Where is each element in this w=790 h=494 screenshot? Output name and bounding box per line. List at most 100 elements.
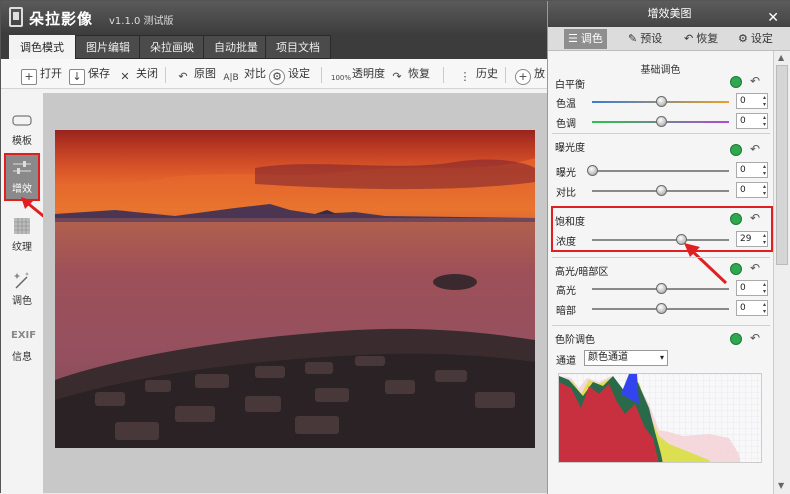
- sidebar-item-label: 模板: [12, 136, 32, 147]
- sidebar-item-color[interactable]: 调色: [4, 267, 40, 315]
- enable-check-icon[interactable]: [730, 263, 742, 275]
- value-stepper[interactable]: 0: [736, 93, 768, 109]
- reset-icon[interactable]: ↶: [750, 74, 760, 88]
- settings-button[interactable]: ⚙ 设定: [269, 65, 310, 85]
- value-stepper[interactable]: 0: [736, 182, 768, 198]
- sidebar-item-label: 增效: [12, 184, 32, 195]
- slider-row: 色温 0: [552, 93, 770, 111]
- slider-knob[interactable]: [655, 96, 667, 107]
- app-logo-icon: [9, 7, 23, 27]
- slider-label: 对比: [556, 188, 576, 199]
- reset-icon[interactable]: ↶: [750, 331, 760, 345]
- title-bar: 朵拉影像 v1.1.0 测试版: [1, 1, 547, 33]
- sidebar-item-label: 纹理: [12, 242, 32, 253]
- opacity-label: 透明度: [352, 67, 385, 80]
- value-stepper[interactable]: 0: [736, 162, 768, 178]
- channel-select[interactable]: 颜色通道: [584, 350, 668, 366]
- restore-button[interactable]: ↷ 恢复: [389, 65, 430, 83]
- scroll-up-icon[interactable]: ▲: [778, 53, 784, 62]
- group-exposure: 曝光度 ↶ 曝光 0 对比 0: [552, 133, 770, 199]
- reset-icon[interactable]: ↶: [750, 142, 760, 156]
- wand-icon: [14, 272, 29, 289]
- history-label: 历史: [476, 67, 498, 80]
- brush-icon: ✎: [628, 32, 638, 45]
- reset-icon[interactable]: ↶: [750, 261, 760, 275]
- original-label: 原图: [194, 67, 216, 80]
- slider-knob[interactable]: [655, 116, 667, 127]
- tab-settings[interactable]: ⚙ 设定: [734, 29, 777, 49]
- sidebar-item-info[interactable]: EXIF 信息: [4, 323, 40, 371]
- sliders-icon: [13, 161, 31, 174]
- tab-label: 恢复: [696, 32, 719, 45]
- value-stepper[interactable]: 0: [736, 280, 768, 296]
- sidebar-item-label: 调色: [12, 296, 32, 307]
- panel-title: 增效美图: [647, 7, 692, 20]
- slider-label: 色温: [556, 99, 576, 110]
- tab-auto-batch[interactable]: 自动批量: [203, 35, 269, 59]
- value-stepper[interactable]: 0: [736, 300, 768, 316]
- enable-check-icon[interactable]: [730, 333, 742, 345]
- group-title: 色阶调色: [555, 335, 595, 346]
- panel-tabs: ☰ 调色 ✎ 预设 ↶ 恢复 ⚙ 设定: [548, 27, 790, 51]
- gear-icon: ⚙: [738, 32, 748, 45]
- enable-check-icon[interactable]: [730, 76, 742, 88]
- slider-knob[interactable]: [587, 165, 598, 176]
- opacity-icon: 100%: [331, 74, 352, 82]
- download-icon: ↓: [69, 69, 85, 85]
- enable-check-icon[interactable]: [730, 144, 742, 156]
- tab-project-docs[interactable]: 项目文档: [265, 35, 331, 59]
- scroll-thumb[interactable]: [776, 65, 788, 265]
- enhance-panel: 增效美图 ✕ ☰ 调色 ✎ 预设 ↶ 恢复 ⚙ 设定 ▲ ▼ 基础调色 白平衡 ↶ 色温…: [547, 1, 790, 494]
- tab-image-edit[interactable]: 图片编辑: [75, 35, 141, 59]
- app-window: 朵拉影像 v1.1.0 测试版 调色模式 图片编辑 朵拉画映 自动批量 项目文档…: [0, 0, 790, 494]
- open-button[interactable]: + 打开: [21, 65, 62, 85]
- original-button[interactable]: ↶ 原图: [175, 65, 216, 83]
- slider-track[interactable]: [592, 170, 729, 172]
- tab-color-mode[interactable]: 调色模式: [9, 35, 75, 59]
- app-title: 朵拉影像: [29, 10, 94, 28]
- sidebar-item-enhance[interactable]: 增效: [4, 153, 40, 201]
- toolbar-divider: [165, 67, 166, 83]
- open-label: 打开: [40, 67, 62, 80]
- group-highlights-shadows: 高光/暗部区 ↶ 高光 0 暗部 0: [552, 257, 770, 319]
- tab-presets[interactable]: ✎ 预设: [624, 29, 666, 49]
- channel-label: 通道: [556, 356, 576, 367]
- template-icon: [12, 115, 32, 126]
- compare-label: 对比: [244, 67, 266, 80]
- channel-row: 通道 颜色通道: [552, 350, 770, 368]
- history-button[interactable]: ⋮ 历史: [457, 65, 499, 83]
- tab-restore[interactable]: ↶ 恢复: [680, 29, 722, 49]
- save-label: 保存: [88, 67, 110, 80]
- undo-icon: ↶: [178, 70, 188, 83]
- slider-row: 对比 0: [552, 182, 770, 200]
- opacity-button[interactable]: 100%透明度: [331, 65, 385, 83]
- slider-label: 色调: [556, 119, 576, 130]
- highlight-box: [551, 206, 773, 252]
- save-button[interactable]: ↓ 保存: [69, 65, 110, 85]
- compare-button[interactable]: A|B 对比: [221, 65, 266, 83]
- value-stepper[interactable]: 0: [736, 113, 768, 129]
- close-button[interactable]: ✕ 关闭: [117, 65, 158, 83]
- group-title: 高光/暗部区: [555, 267, 609, 278]
- tab-dora-canvas[interactable]: 朵拉画映: [139, 35, 205, 59]
- slider-row: 色调 0: [552, 113, 770, 131]
- close-label: 关闭: [136, 67, 158, 80]
- slider-knob[interactable]: [655, 283, 667, 294]
- group-title: 曝光度: [555, 143, 585, 154]
- scroll-down-icon[interactable]: ▼: [778, 481, 784, 490]
- toolbar-divider: [443, 67, 444, 83]
- tab-adjust[interactable]: ☰ 调色: [564, 29, 607, 49]
- history-icon: ⋮: [459, 70, 471, 83]
- panel-scrollbar[interactable]: ▲ ▼: [773, 51, 790, 494]
- zoom-label: 放: [534, 67, 545, 80]
- group-levels: 色阶调色 ↶ 通道 颜色通道: [552, 325, 770, 369]
- image-canvas[interactable]: [43, 93, 547, 493]
- sidebar-item-template[interactable]: 模板: [4, 107, 40, 155]
- zoom-button[interactable]: + 放: [515, 65, 545, 85]
- slider-knob[interactable]: [655, 185, 667, 196]
- slider-knob[interactable]: [655, 303, 667, 314]
- gear-icon: ⚙: [269, 69, 285, 85]
- tab-label: 设定: [750, 32, 773, 45]
- group-title: 白平衡: [555, 80, 585, 91]
- levels-histogram: [558, 373, 762, 463]
